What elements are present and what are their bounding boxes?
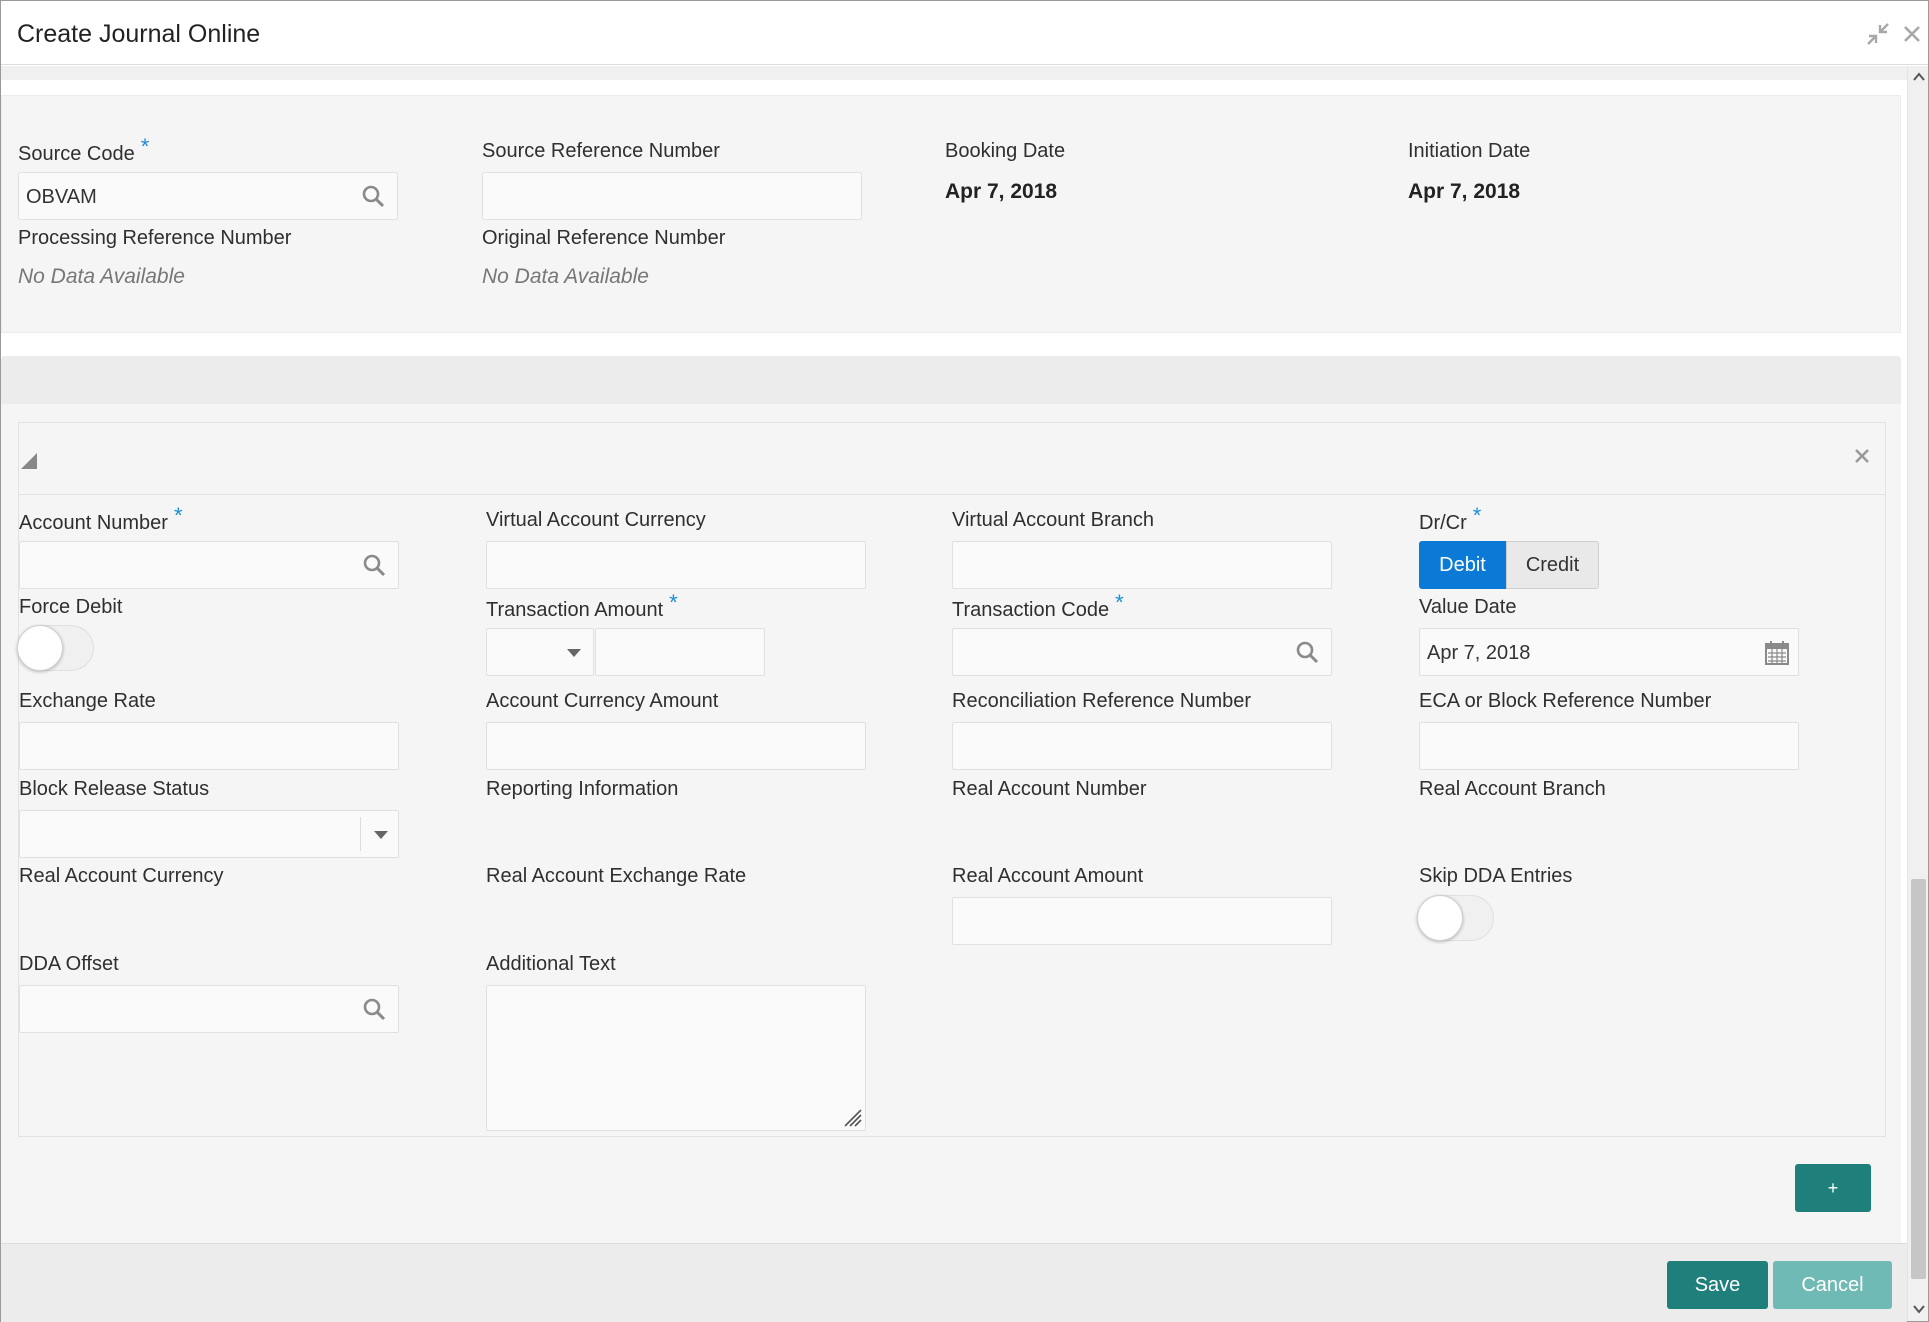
footer-bar: Save Cancel — [1, 1243, 1907, 1322]
reconciliation-reference-number-label: Reconciliation Reference Number — [952, 690, 1252, 712]
resize-handle-icon[interactable] — [841, 1106, 863, 1128]
scroll-up-icon[interactable] — [1912, 70, 1926, 84]
initiation-date-value: Apr 7, 2018 — [1408, 180, 1521, 203]
transaction-code-input[interactable] — [952, 628, 1332, 676]
transaction-amount-label: Transaction Amount * — [486, 590, 678, 621]
source-reference-number-input[interactable] — [482, 172, 862, 220]
real-account-branch-label: Real Account Branch — [1419, 778, 1606, 800]
skip-dda-entries-toggle[interactable] — [1417, 895, 1494, 941]
search-icon[interactable] — [1295, 640, 1319, 664]
booking-date-label: Booking Date — [945, 140, 1066, 162]
account-currency-amount-label: Account Currency Amount — [486, 690, 719, 712]
select-divider — [360, 817, 361, 851]
credit-button[interactable]: Credit — [1506, 541, 1599, 589]
virtual-account-currency-input[interactable] — [486, 541, 866, 589]
collapse-icon[interactable] — [21, 453, 37, 469]
value-date-input[interactable]: Apr 7, 2018 — [1419, 628, 1799, 676]
remove-entry-icon[interactable] — [1853, 441, 1871, 472]
additional-text-label: Additional Text — [486, 953, 616, 975]
account-number-label: Account Number * — [19, 503, 183, 534]
real-account-exchange-rate-label: Real Account Exchange Rate — [486, 865, 747, 887]
real-account-number-label: Real Account Number — [952, 778, 1147, 800]
create-journal-window: Create Journal Online Source Code * OBVAM… — [0, 0, 1929, 1322]
scroll-down-icon[interactable] — [1912, 1302, 1926, 1316]
original-reference-number-label: Original Reference Number — [482, 227, 726, 249]
toggle-knob — [1417, 895, 1463, 941]
close-icon[interactable] — [1899, 21, 1925, 47]
value-date-label: Value Date — [1419, 596, 1517, 618]
chevron-down-icon — [567, 649, 581, 657]
dda-offset-label: DDA Offset — [19, 953, 119, 975]
window-title: Create Journal Online — [17, 20, 261, 48]
required-marker: * — [1472, 503, 1482, 528]
virtual-account-currency-label: Virtual Account Currency — [486, 509, 706, 531]
entries-section-header — [1, 356, 1901, 404]
skip-dda-entries-label: Skip DDA Entries — [1419, 865, 1573, 887]
eca-block-reference-number-input[interactable] — [1419, 722, 1799, 770]
dr-cr-label: Dr/Cr * — [1419, 503, 1482, 534]
account-number-input[interactable] — [19, 541, 399, 589]
real-account-amount-label: Real Account Amount — [952, 865, 1144, 887]
initiation-date-label: Initiation Date — [1408, 140, 1531, 162]
calendar-icon[interactable] — [1764, 640, 1790, 666]
source-reference-number-label: Source Reference Number — [482, 140, 720, 162]
account-currency-amount-input[interactable] — [486, 722, 866, 770]
processing-reference-number-label: Processing Reference Number — [18, 227, 292, 249]
block-release-status-select[interactable] — [19, 810, 399, 858]
dda-offset-input[interactable] — [19, 985, 399, 1033]
top-strip — [1, 66, 1907, 80]
search-icon[interactable] — [361, 184, 385, 208]
journal-header-panel: Source Code * OBVAM Source Reference Numb… — [1, 95, 1901, 333]
force-debit-label: Force Debit — [19, 596, 123, 618]
scrollbar-thumb[interactable] — [1911, 879, 1926, 1279]
save-button[interactable]: Save — [1667, 1261, 1768, 1309]
booking-date-value: Apr 7, 2018 — [945, 180, 1058, 203]
debit-button[interactable]: Debit — [1419, 541, 1506, 589]
required-marker: * — [173, 503, 183, 528]
main-content: Source Code * OBVAM Source Reference Numb… — [1, 66, 1907, 1243]
virtual-account-branch-label: Virtual Account Branch — [952, 509, 1154, 531]
entry-card-header — [19, 423, 1885, 495]
source-code-input[interactable]: OBVAM — [18, 172, 398, 220]
transaction-code-label: Transaction Code * — [952, 590, 1124, 621]
search-icon[interactable] — [362, 997, 386, 1021]
block-release-status-label: Block Release Status — [19, 778, 210, 800]
source-code-label: Source Code * — [18, 134, 150, 165]
reporting-information-label: Reporting Information — [486, 778, 679, 800]
chevron-down-icon — [374, 831, 388, 839]
required-marker: * — [140, 134, 150, 159]
exchange-rate-label: Exchange Rate — [19, 690, 156, 712]
processing-reference-number-value: No Data Available — [18, 265, 185, 288]
search-icon[interactable] — [362, 553, 386, 577]
required-marker: * — [669, 590, 678, 615]
add-entry-button[interactable]: + — [1795, 1164, 1871, 1212]
additional-text-area[interactable] — [486, 985, 866, 1131]
toggle-knob — [17, 625, 63, 671]
reconciliation-reference-number-input[interactable] — [952, 722, 1332, 770]
vertical-scrollbar[interactable] — [1907, 66, 1928, 1321]
virtual-account-branch-input[interactable] — [952, 541, 1332, 589]
transaction-amount-input[interactable] — [595, 628, 765, 676]
real-account-currency-label: Real Account Currency — [19, 865, 224, 887]
eca-block-reference-number-label: ECA or Block Reference Number — [1419, 690, 1712, 712]
title-bar: Create Journal Online — [1, 1, 1928, 65]
cancel-button[interactable]: Cancel — [1773, 1261, 1892, 1309]
transaction-currency-select[interactable] — [486, 628, 594, 676]
real-account-amount-input[interactable] — [952, 897, 1332, 945]
original-reference-number-value: No Data Available — [482, 265, 649, 288]
exchange-rate-input[interactable] — [19, 722, 399, 770]
force-debit-switch[interactable] — [17, 625, 94, 671]
compress-icon[interactable] — [1865, 21, 1891, 47]
journal-entry-card: Account Number * Virtual Account Currency… — [18, 422, 1886, 1137]
required-marker: * — [1115, 590, 1124, 615]
